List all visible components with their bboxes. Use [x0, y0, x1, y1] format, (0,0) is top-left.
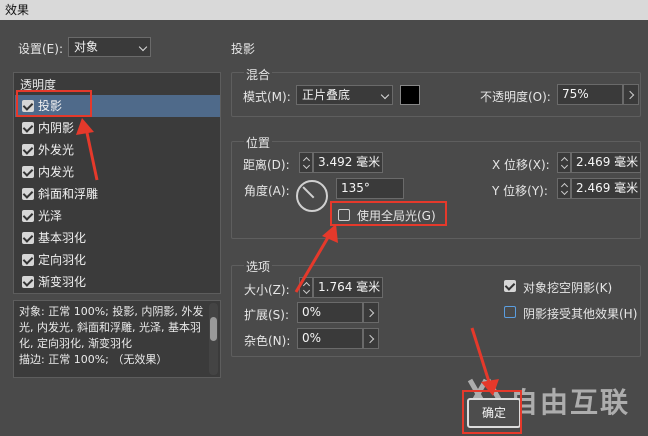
checkbox-checked-icon[interactable] [22, 188, 34, 200]
opacity-arrow-button[interactable] [623, 84, 639, 105]
effect-item-gradient-feather[interactable]: 渐变羽化 [15, 271, 220, 293]
honor-effects-checkbox[interactable] [504, 306, 516, 318]
title-bar: 效果 [0, 0, 648, 20]
checkbox-checked-icon[interactable] [22, 210, 34, 222]
checkbox-checked-icon[interactable] [22, 232, 34, 244]
window-title: 效果 [5, 3, 30, 17]
checkbox-checked-icon[interactable] [22, 166, 34, 178]
size-value: 1.764 毫米 [318, 280, 381, 294]
opacity-label: 不透明度(O): [480, 90, 551, 104]
honor-effects-label[interactable]: 阴影接受其他效果(H) [523, 305, 637, 322]
highlight-box-drop-shadow [16, 90, 92, 117]
distance-stepper[interactable] [299, 152, 313, 173]
blend-title: 混合 [244, 66, 273, 83]
x-offset-input[interactable]: 2.469 毫米 [571, 152, 641, 173]
shadow-color-swatch[interactable] [400, 85, 420, 105]
spread-label: 扩展(S): [244, 308, 290, 322]
x-offset-label: X 位移(X): [492, 158, 550, 172]
effect-item-directional-feather[interactable]: 定向羽化 [15, 249, 220, 271]
highlight-box-ok [462, 390, 522, 434]
chevron-down-icon [380, 90, 390, 100]
summary-scrollbar-thumb[interactable] [210, 317, 217, 341]
effect-label: 内阴影 [38, 121, 75, 135]
effect-heading: 投影 [231, 42, 256, 56]
angle-dial[interactable] [296, 180, 328, 212]
angle-value: 135° [341, 181, 370, 195]
effect-label: 定向羽化 [38, 253, 87, 267]
y-offset-input[interactable]: 2.469 毫米 [571, 178, 641, 199]
effect-item-inner-shadow[interactable]: 内阴影 [15, 117, 220, 139]
effect-label: 斜面和浮雕 [38, 187, 99, 201]
effects-summary: 对象: 正常 100%; 投影, 内阴影, 外发光, 内发光, 斜面和浮雕, 光… [13, 300, 221, 378]
settings-value: 对象 [74, 40, 99, 54]
spread-input[interactable]: 0% [297, 302, 363, 323]
size-label: 大小(Z): [244, 283, 290, 297]
y-offset-value: 2.469 毫米 [576, 181, 639, 195]
distance-label: 距离(D): [243, 158, 290, 172]
noise-input[interactable]: 0% [297, 328, 363, 349]
y-offset-label: Y 位移(Y): [492, 184, 548, 198]
options-title: 选项 [244, 258, 273, 275]
x-offset-value: 2.469 毫米 [576, 155, 639, 169]
effect-label: 内发光 [38, 165, 75, 179]
knockout-checkbox[interactable] [504, 280, 516, 292]
noise-value: 0% [302, 331, 322, 345]
angle-indicator [302, 186, 315, 199]
opacity-value: 75% [562, 87, 589, 101]
settings-label: 设置(E): [18, 42, 63, 56]
knockout-label[interactable]: 对象挖空阴影(K) [523, 279, 612, 296]
settings-dropdown[interactable]: 对象 [68, 37, 151, 57]
checkbox-checked-icon[interactable] [22, 122, 34, 134]
chevron-down-icon [138, 42, 148, 52]
size-input[interactable]: 1.764 毫米 [313, 277, 383, 298]
effect-label: 基本羽化 [38, 231, 87, 245]
checkbox-checked-icon[interactable] [22, 276, 34, 288]
angle-label: 角度(A): [244, 184, 290, 198]
y-offset-stepper[interactable] [557, 178, 571, 199]
effect-label: 渐变羽化 [38, 275, 87, 289]
effect-item-bevel-emboss[interactable]: 斜面和浮雕 [15, 183, 220, 205]
effect-label: 光泽 [38, 209, 63, 223]
effect-label: 外发光 [38, 143, 75, 157]
spread-arrow-button[interactable] [363, 302, 379, 323]
blend-mode-value: 正片叠底 [302, 88, 351, 102]
noise-label: 杂色(N): [244, 334, 291, 348]
x-offset-stepper[interactable] [557, 152, 571, 173]
blend-mode-dropdown[interactable]: 正片叠底 [296, 85, 393, 105]
effect-item-outer-glow[interactable]: 外发光 [15, 139, 220, 161]
checkbox-checked-icon[interactable] [22, 144, 34, 156]
checkbox-checked-icon[interactable] [22, 254, 34, 266]
position-title: 位置 [244, 134, 273, 151]
watermark-text: 自由互联 [510, 386, 631, 419]
angle-input[interactable]: 135° [336, 178, 404, 199]
spread-value: 0% [302, 305, 322, 319]
effect-item-satin[interactable]: 光泽 [15, 205, 220, 227]
highlight-box-global-light [330, 201, 447, 226]
effect-item-basic-feather[interactable]: 基本羽化 [15, 227, 220, 249]
effect-item-inner-glow[interactable]: 内发光 [15, 161, 220, 183]
distance-value: 3.492 毫米 [318, 155, 381, 169]
opacity-input[interactable]: 75% [557, 84, 623, 105]
blend-mode-label: 模式(M): [243, 90, 291, 104]
noise-arrow-button[interactable] [363, 328, 379, 349]
distance-input[interactable]: 3.492 毫米 [313, 152, 383, 173]
summary-text: 对象: 正常 100%; 投影, 内阴影, 外发光, 内发光, 斜面和浮雕, 光… [19, 305, 204, 366]
size-stepper[interactable] [299, 277, 313, 298]
